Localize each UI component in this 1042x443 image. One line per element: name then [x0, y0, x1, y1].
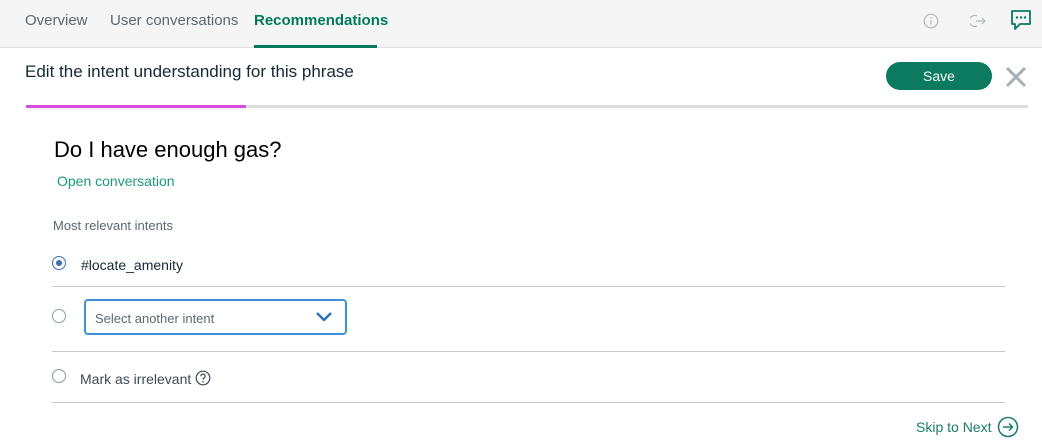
close-icon[interactable] — [1005, 66, 1027, 88]
logout-icon[interactable] — [968, 10, 990, 32]
save-button[interactable]: Save — [886, 62, 992, 90]
arrow-right-circle-icon[interactable] — [997, 416, 1019, 438]
tab-user-conversations[interactable]: User conversations — [110, 0, 238, 48]
intent-select-placeholder: Select another intent — [95, 311, 215, 326]
tab-overview[interactable]: Overview — [25, 0, 88, 48]
intent-select-dropdown[interactable]: Select another intent — [84, 299, 347, 335]
info-icon[interactable] — [920, 10, 942, 32]
radio-other-intent[interactable] — [52, 309, 66, 323]
help-icon[interactable] — [195, 370, 211, 386]
chat-icon[interactable] — [1009, 8, 1033, 32]
divider — [52, 402, 1005, 403]
skip-to-next-link[interactable]: Skip to Next — [916, 419, 991, 435]
selected-intent-label: #locate_amenity — [81, 257, 183, 273]
top-nav-bar: Overview User conversations Recommendati… — [0, 0, 1042, 48]
active-tab-indicator — [254, 45, 377, 48]
radio-mark-irrelevant[interactable] — [52, 369, 66, 383]
chevron-down-icon — [315, 310, 333, 324]
section-label: Most relevant intents — [53, 218, 173, 233]
progress-bar — [26, 105, 247, 108]
panel-title: Edit the intent understanding for this p… — [25, 62, 354, 81]
divider — [52, 286, 1005, 287]
mark-irrelevant-label: Mark as irrelevant — [80, 371, 192, 387]
radio-selected-intent[interactable] — [52, 256, 66, 270]
open-conversation-link[interactable]: Open conversation — [57, 173, 175, 189]
phrase-text: Do I have enough gas? — [54, 137, 282, 162]
tab-recommendations[interactable]: Recommendations — [254, 0, 388, 48]
divider — [52, 351, 1005, 352]
